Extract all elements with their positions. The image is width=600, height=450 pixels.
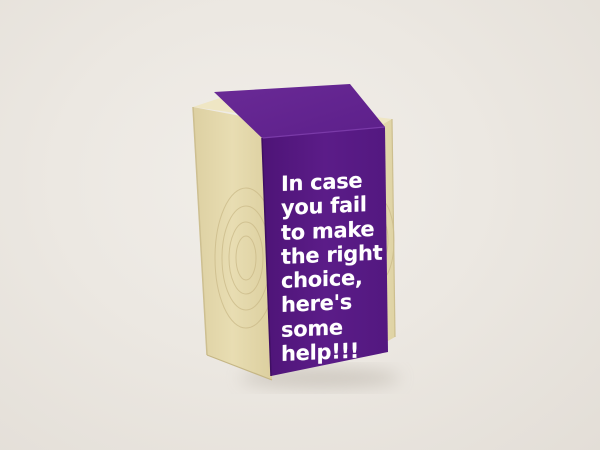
band-message: In case you fail to make the right choic… bbox=[281, 167, 401, 367]
block-left-face bbox=[193, 107, 272, 380]
